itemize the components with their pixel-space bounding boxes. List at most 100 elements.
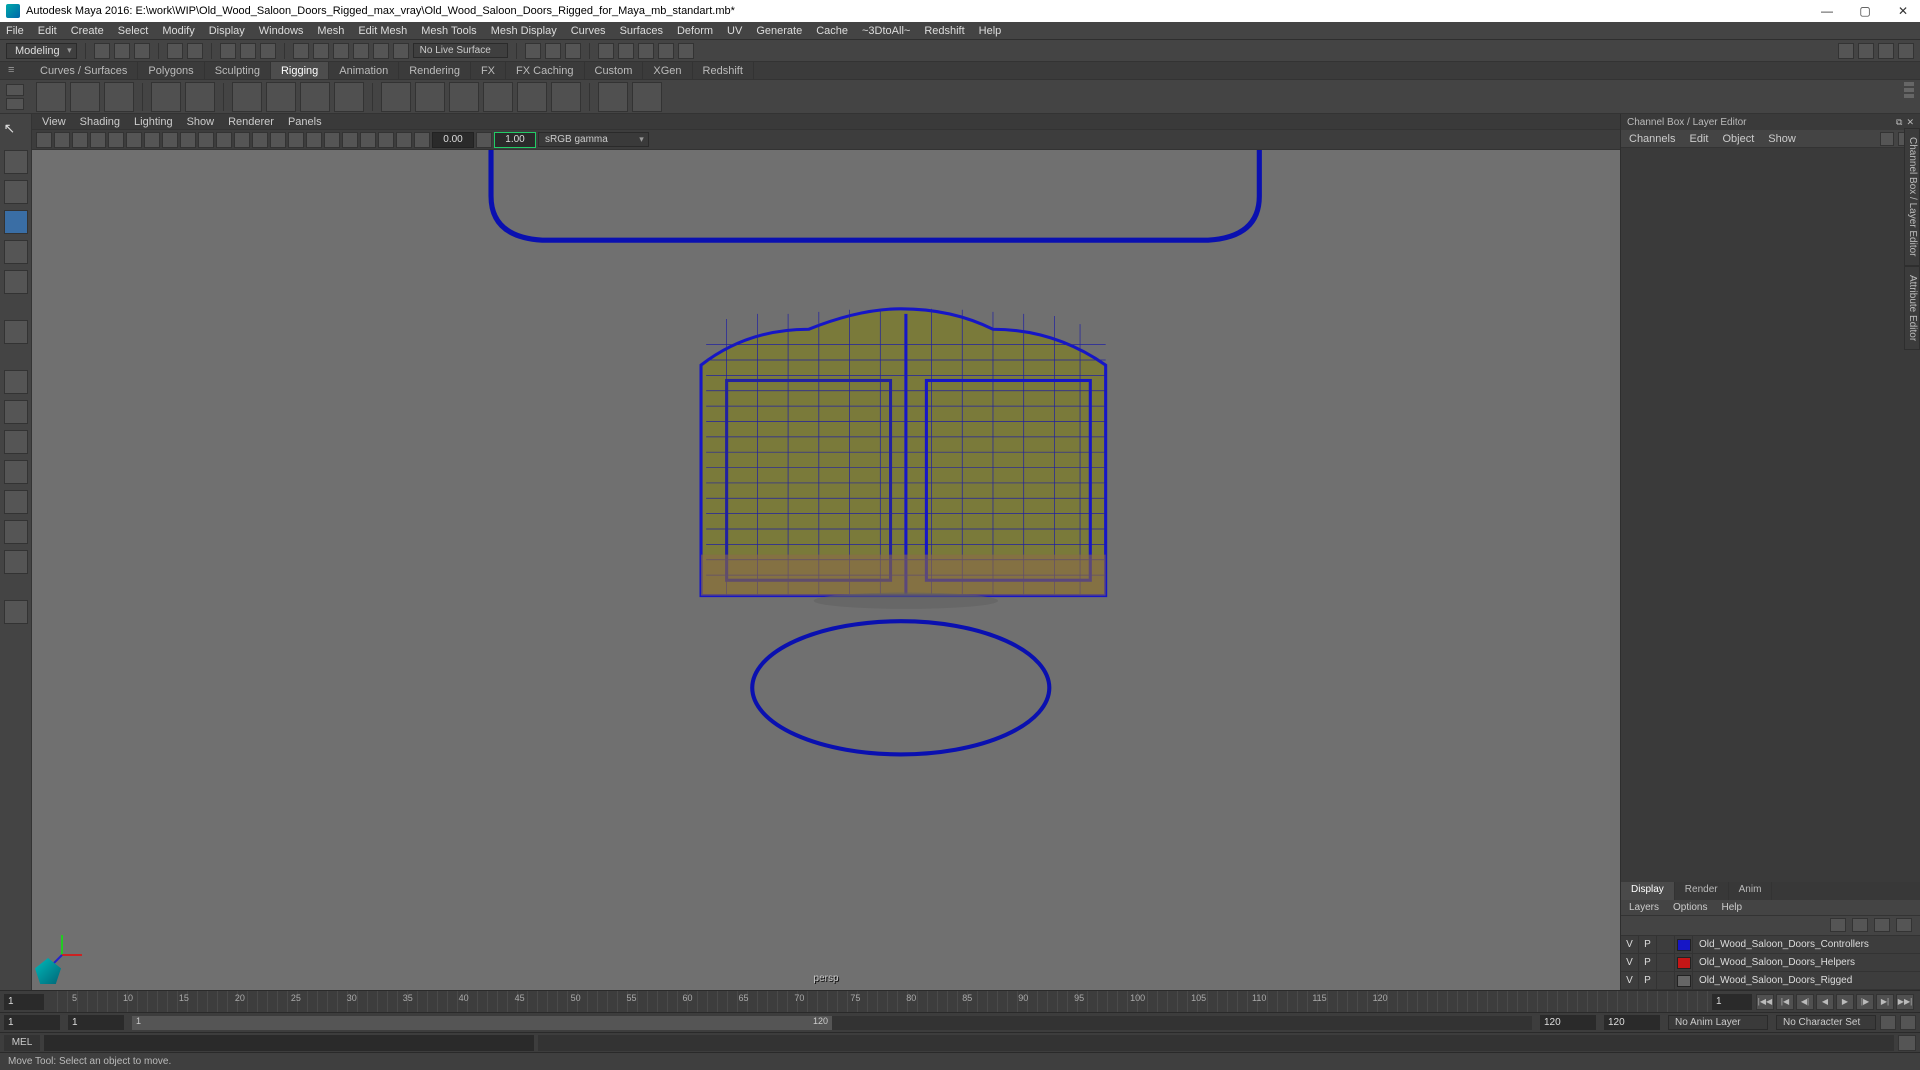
select-tool[interactable]: ↖ <box>4 120 28 144</box>
shelf-tab-animation[interactable]: Animation <box>329 62 399 79</box>
shelf-drawer-icon[interactable]: ≡ <box>8 64 22 78</box>
panel-menu-lighting[interactable]: Lighting <box>134 116 173 128</box>
menu-redshift[interactable]: Redshift <box>924 25 964 37</box>
time-end-display[interactable]: 1 <box>1712 994 1752 1010</box>
toggle-toolsettings-icon[interactable] <box>1878 43 1894 59</box>
ik-handle-icon[interactable] <box>151 82 181 112</box>
shadows-icon[interactable] <box>306 132 322 148</box>
select-mode-icon[interactable] <box>220 43 236 59</box>
cb-menu-object[interactable]: Object <box>1722 133 1754 145</box>
new-layer-icon[interactable] <box>1874 918 1890 932</box>
maximize-button[interactable]: ▢ <box>1858 4 1872 18</box>
anim-layer-dropdown[interactable]: No Anim Layer <box>1668 1015 1768 1030</box>
insert-joint-icon[interactable] <box>70 82 100 112</box>
range-track[interactable] <box>132 1016 1532 1030</box>
toggle-channelbox-icon[interactable] <box>1838 43 1854 59</box>
ipr-render-icon[interactable] <box>618 43 634 59</box>
menu-edit-mesh[interactable]: Edit Mesh <box>358 25 407 37</box>
play-forward-button[interactable]: ▶ <box>1836 994 1854 1010</box>
menu-mesh-tools[interactable]: Mesh Tools <box>421 25 476 37</box>
detach-skin-icon[interactable] <box>449 82 479 112</box>
mirror-joint-icon[interactable] <box>104 82 134 112</box>
render-view-icon[interactable] <box>658 43 674 59</box>
layer-menu-help[interactable]: Help <box>1721 902 1742 913</box>
color-management-dropdown[interactable]: sRGB gamma <box>538 132 649 147</box>
snap-point-icon[interactable] <box>333 43 349 59</box>
smooth-bind-icon[interactable] <box>381 82 411 112</box>
shelf-tab-xgen[interactable]: XGen <box>643 62 692 79</box>
menu-help[interactable]: Help <box>979 25 1002 37</box>
menu-modify[interactable]: Modify <box>162 25 194 37</box>
use-lights-icon[interactable] <box>288 132 304 148</box>
time-current-field[interactable]: 1 <box>4 994 44 1010</box>
snap-plane-icon[interactable] <box>353 43 369 59</box>
exposure-value[interactable]: 0.00 <box>432 132 474 148</box>
shelf-scroll-down[interactable] <box>6 98 24 110</box>
shelf-tab-curves-surfaces[interactable]: Curves / Surfaces <box>30 62 138 79</box>
snap-curve-icon[interactable] <box>313 43 329 59</box>
render-frame-icon[interactable] <box>598 43 614 59</box>
gamma-icon[interactable] <box>476 132 492 148</box>
shaded-icon[interactable] <box>252 132 268 148</box>
layer-type-toggle[interactable] <box>1657 954 1675 971</box>
range-slider[interactable]: 1 1 120 120 No Anim Layer No Character S… <box>0 1012 1920 1032</box>
layout-single-icon[interactable] <box>4 370 28 394</box>
shelf-tab-redshift[interactable]: Redshift <box>693 62 754 79</box>
step-back-key-button[interactable]: |◀ <box>1776 994 1794 1010</box>
construction-history-icon[interactable] <box>525 43 541 59</box>
layout-hypershade-icon[interactable] <box>4 550 28 574</box>
layout-grapheditor-icon[interactable] <box>4 520 28 544</box>
layer-playback-toggle[interactable]: P <box>1639 954 1657 971</box>
snap-live-icon[interactable] <box>373 43 389 59</box>
shelf-scroll-up[interactable] <box>6 84 24 96</box>
menu-file[interactable]: File <box>6 25 24 37</box>
cb-menu-channels[interactable]: Channels <box>1629 133 1675 145</box>
menu-create[interactable]: Create <box>71 25 104 37</box>
blend-shape-icon[interactable] <box>300 82 330 112</box>
panel-menu-view[interactable]: View <box>42 116 66 128</box>
script-language-toggle[interactable]: MEL <box>4 1035 40 1051</box>
shelf-tab-sculpting[interactable]: Sculpting <box>205 62 271 79</box>
layer-row[interactable]: VPOld_Wood_Saloon_Doors_Controllers <box>1621 936 1920 954</box>
highlight-icon[interactable] <box>565 43 581 59</box>
safe-action-icon[interactable] <box>198 132 214 148</box>
layer-color-swatch[interactable] <box>1677 975 1691 987</box>
copy-weights-icon[interactable] <box>551 82 581 112</box>
film-gate-icon[interactable] <box>126 132 142 148</box>
panel-popout-icon[interactable]: ⧉ <box>1896 117 1902 127</box>
layout-four-icon[interactable] <box>4 400 28 424</box>
panel-menu-renderer[interactable]: Renderer <box>228 116 274 128</box>
playback-end-field[interactable]: 120 <box>1540 1015 1596 1030</box>
ik-spline-icon[interactable] <box>185 82 215 112</box>
panel-menu-shading[interactable]: Shading <box>80 116 120 128</box>
layout-two-side-icon[interactable] <box>4 430 28 454</box>
side-tab-attribute-editor[interactable]: Attribute Editor <box>1904 266 1920 350</box>
panel-close-icon[interactable]: ✕ <box>1906 117 1914 127</box>
field-chart-icon[interactable] <box>180 132 196 148</box>
move-layer-up-icon[interactable] <box>1830 918 1846 932</box>
layer-color-swatch[interactable] <box>1677 939 1691 951</box>
camera-lock-icon[interactable] <box>54 132 70 148</box>
shelf-tab-fx[interactable]: FX <box>471 62 506 79</box>
layer-type-toggle[interactable] <box>1657 936 1675 953</box>
cluster-icon[interactable] <box>266 82 296 112</box>
minimize-button[interactable]: — <box>1820 4 1834 18</box>
grid-toggle-icon[interactable] <box>108 132 124 148</box>
playback-start-field[interactable]: 1 <box>68 1015 124 1030</box>
safe-title-icon[interactable] <box>216 132 232 148</box>
workspace-mode-dropdown[interactable]: Modeling <box>6 43 77 59</box>
prefs-icon[interactable] <box>1900 1015 1916 1030</box>
rotate-tool[interactable] <box>4 240 28 264</box>
wrap-icon[interactable] <box>334 82 364 112</box>
menu-mesh-display[interactable]: Mesh Display <box>491 25 557 37</box>
layer-vis-toggle[interactable]: V <box>1621 936 1639 953</box>
layer-tab-render[interactable]: Render <box>1675 882 1729 900</box>
command-input[interactable] <box>44 1035 534 1051</box>
saloon-doors-mesh[interactable] <box>701 309 1106 596</box>
cb-menu-show[interactable]: Show <box>1768 133 1796 145</box>
menu-select[interactable]: Select <box>118 25 149 37</box>
xray-joints-icon[interactable] <box>378 132 394 148</box>
constrain-orient-icon[interactable] <box>632 82 662 112</box>
camera-select-icon[interactable] <box>36 132 52 148</box>
shelf-tab-fx-caching[interactable]: FX Caching <box>506 62 584 79</box>
